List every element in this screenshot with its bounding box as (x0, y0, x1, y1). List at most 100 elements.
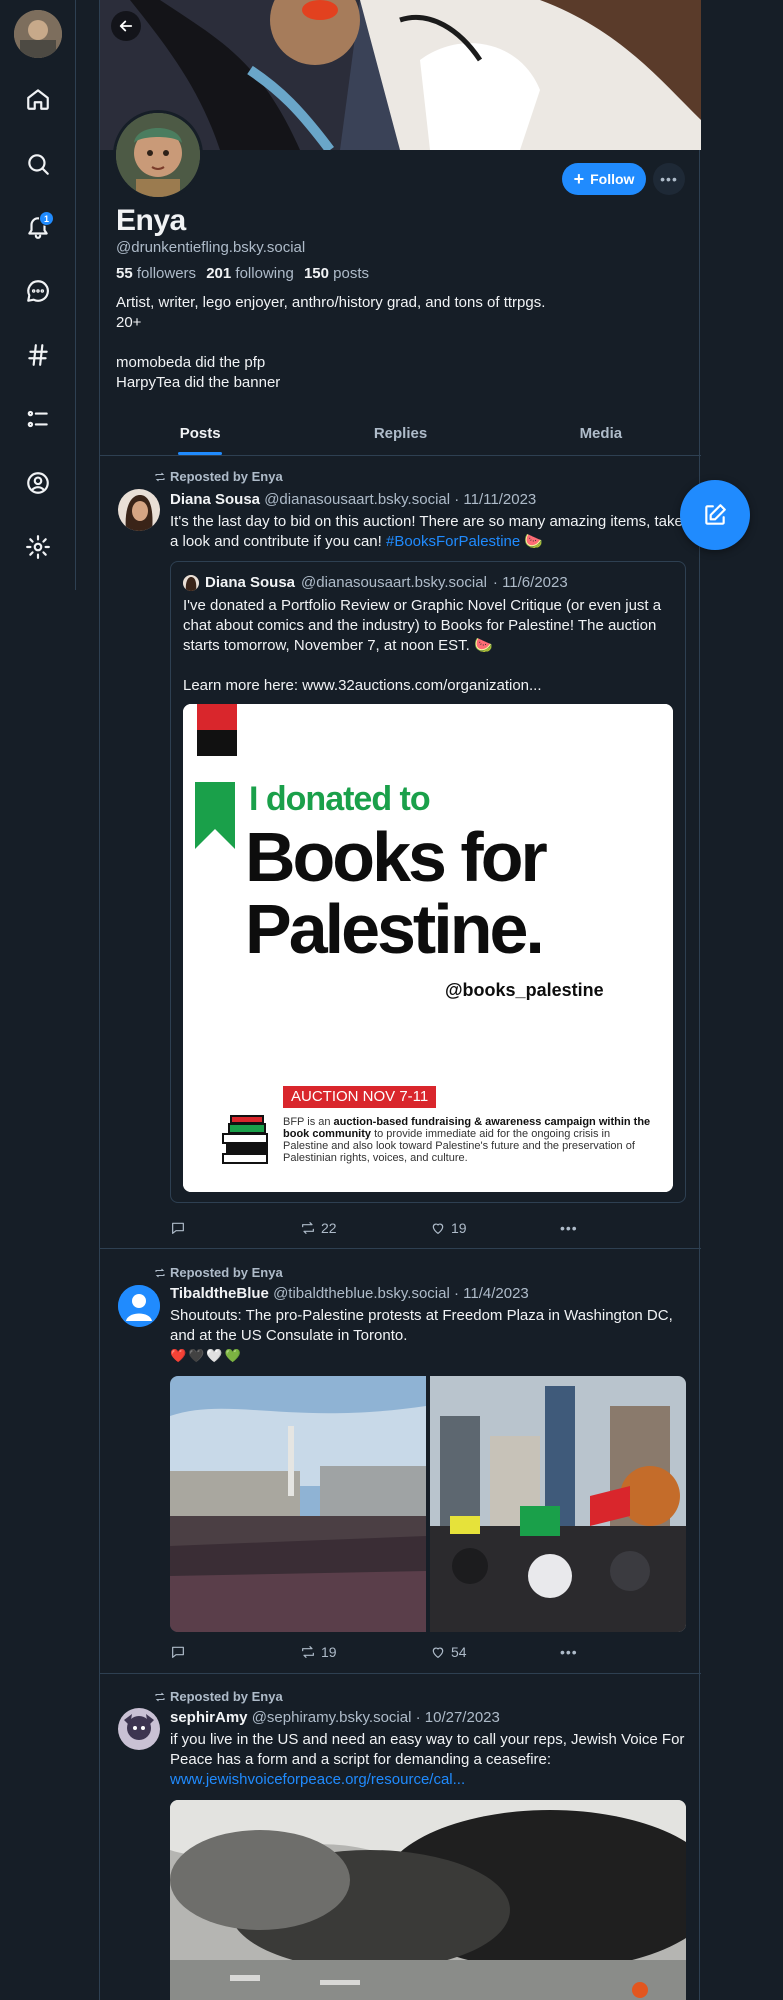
ellipsis-icon: ••• (560, 1220, 578, 1236)
repost-indicator: Reposted by Enya (154, 1265, 283, 1280)
quote-line (183, 656, 675, 676)
repost-label: Reposted by Enya (170, 469, 283, 484)
bfp-line-3: Palestine. (245, 890, 545, 968)
post-header: sephirAmy @sephiramy.bsky.social · 10/27… (170, 1709, 500, 1726)
quote-text: I've donated a Portfolio Review or Graph… (183, 596, 675, 696)
like-count: 54 (451, 1644, 467, 1660)
profile-avatar[interactable] (113, 110, 203, 200)
bfp-description: BFP is an auction-based fundraising & aw… (283, 1116, 653, 1164)
books-for-palestine-image[interactable]: I donated to Books for Palestine. @books… (183, 704, 673, 1192)
feed-post[interactable]: Reposted by Enya TibaldtheBlue @tibaldth… (100, 1249, 701, 1673)
gear-icon[interactable] (18, 527, 58, 567)
post-text: Shoutouts: The pro-Palestine protests at… (170, 1306, 690, 1366)
heart-emojis: ❤️🖤🤍💚 (170, 1348, 243, 1363)
back-button[interactable] (111, 11, 141, 41)
bfp-desc-prefix: BFP is an (283, 1116, 334, 1128)
default-avatar-icon (118, 1285, 160, 1327)
author-name[interactable]: TibaldtheBlue (170, 1285, 269, 1302)
quote-author-handle: @dianasousaart.bsky.social (301, 574, 487, 591)
search-icon[interactable] (18, 144, 58, 184)
avatar[interactable] (118, 1708, 160, 1750)
current-user-avatar[interactable] (14, 10, 62, 58)
external-link[interactable]: www.jewishvoiceforpeace.org/resource/cal… (170, 1770, 690, 1790)
avatar[interactable] (118, 1285, 160, 1327)
author-name[interactable]: sephirAmy (170, 1709, 248, 1726)
author-handle[interactable]: @tibaldtheblue.bsky.social (273, 1285, 450, 1302)
post-date[interactable]: · 11/4/2023 (454, 1285, 529, 1302)
quote-line: I've donated a Portfolio Review or Graph… (183, 597, 662, 654)
plus-icon: + (573, 169, 585, 189)
repost-icon (302, 1646, 314, 1658)
smoke-photo[interactable] (170, 1800, 686, 2000)
author-name[interactable]: Diana Sousa (170, 491, 260, 508)
repost-label: Reposted by Enya (170, 1265, 283, 1280)
repost-count: 19 (321, 1644, 337, 1660)
post-body: if you live in the US and need an easy w… (170, 1731, 685, 1768)
quoted-post[interactable]: Diana Sousa @dianasousaart.bsky.social ·… (170, 561, 686, 1203)
bfp-line-1: I donated to (249, 780, 431, 818)
post-header: Diana Sousa @dianasousaart.bsky.social ·… (170, 491, 536, 508)
toronto-protest-photo[interactable] (430, 1376, 686, 1632)
like-button[interactable]: 19 (430, 1220, 560, 1236)
reply-icon (172, 1646, 184, 1658)
tab-media[interactable]: Media (501, 412, 701, 455)
post-actions: 19 54 ••• (170, 1642, 590, 1662)
post-image[interactable] (170, 1800, 686, 2000)
hashtag-icon[interactable] (18, 335, 58, 375)
heart-icon (432, 1647, 444, 1658)
following-count: 201 (206, 265, 232, 282)
feed-post[interactable]: Reposted by Enya Diana Sousa @dianasousa… (100, 457, 701, 1247)
freedom-plaza-photo[interactable] (170, 1376, 426, 1632)
reply-button[interactable] (170, 1220, 300, 1236)
ellipsis-icon: ••• (560, 1644, 578, 1660)
profile-more-button[interactable]: ••• (653, 163, 685, 195)
post-image-grid (170, 1376, 686, 1632)
feed-post[interactable]: Reposted by Enya sephirAmy @sephiramy.bs… (100, 1674, 701, 2000)
tab-replies[interactable]: Replies (300, 412, 500, 455)
profile-icon[interactable] (18, 463, 58, 503)
followers-link[interactable]: 55 followers (116, 265, 196, 282)
home-icon[interactable] (18, 79, 58, 119)
following-label: following (235, 265, 294, 282)
profile-bio: Artist, writer, lego enjoyer, anthro/his… (116, 293, 676, 393)
posts-label: posts (333, 265, 370, 282)
quote-header: Diana Sousa @dianasousaart.bsky.social ·… (183, 574, 568, 591)
repost-label: Reposted by Enya (170, 1689, 283, 1704)
compose-button[interactable] (680, 480, 750, 550)
profile-handle: @drunkentiefling.bsky.social (116, 239, 306, 256)
author-handle[interactable]: @sephiramy.bsky.social (252, 1709, 412, 1726)
tab-posts[interactable]: Posts (100, 412, 300, 455)
bell-icon[interactable]: 1 (18, 207, 58, 247)
post-date[interactable]: · 10/27/2023 (416, 1709, 500, 1726)
repost-button[interactable]: 22 (300, 1220, 430, 1236)
list-icon[interactable] (18, 399, 58, 439)
author-handle[interactable]: @dianasousaart.bsky.social (264, 491, 450, 508)
follow-label: Follow (590, 171, 635, 187)
following-link[interactable]: 201 following (206, 265, 294, 282)
repost-icon (155, 1268, 165, 1277)
avatar[interactable] (118, 489, 160, 531)
like-button[interactable]: 54 (430, 1644, 560, 1660)
reply-button[interactable] (170, 1644, 300, 1660)
repost-button[interactable]: 19 (300, 1644, 430, 1660)
quote-author-name: Diana Sousa (205, 574, 296, 591)
compose-icon (705, 504, 726, 525)
post-body: Shoutouts: The pro-Palestine protests at… (170, 1307, 673, 1344)
post-more-button[interactable]: ••• (560, 1220, 578, 1236)
profile-tabs: Posts Replies Media (100, 412, 701, 456)
quote-date: · 11/6/2023 (492, 574, 568, 591)
post-date[interactable]: · 11/11/2023 (454, 491, 536, 508)
bio-line (116, 333, 676, 353)
auction-banner: AUCTION NOV 7-11 (283, 1086, 437, 1108)
followers-count: 55 (116, 265, 133, 282)
repost-indicator: Reposted by Enya (154, 469, 283, 484)
post-more-button[interactable]: ••• (560, 1644, 578, 1660)
follow-button[interactable]: + Follow (562, 163, 646, 195)
repost-icon (155, 1692, 165, 1701)
bfp-handle: @books_palestine (445, 980, 604, 1000)
like-count: 19 (451, 1220, 467, 1236)
posts-stat: 150 posts (304, 265, 369, 282)
hashtag-link[interactable]: #BooksForPalestine (386, 533, 520, 550)
book-stack-icon (222, 1115, 268, 1164)
chat-icon[interactable] (18, 271, 58, 311)
